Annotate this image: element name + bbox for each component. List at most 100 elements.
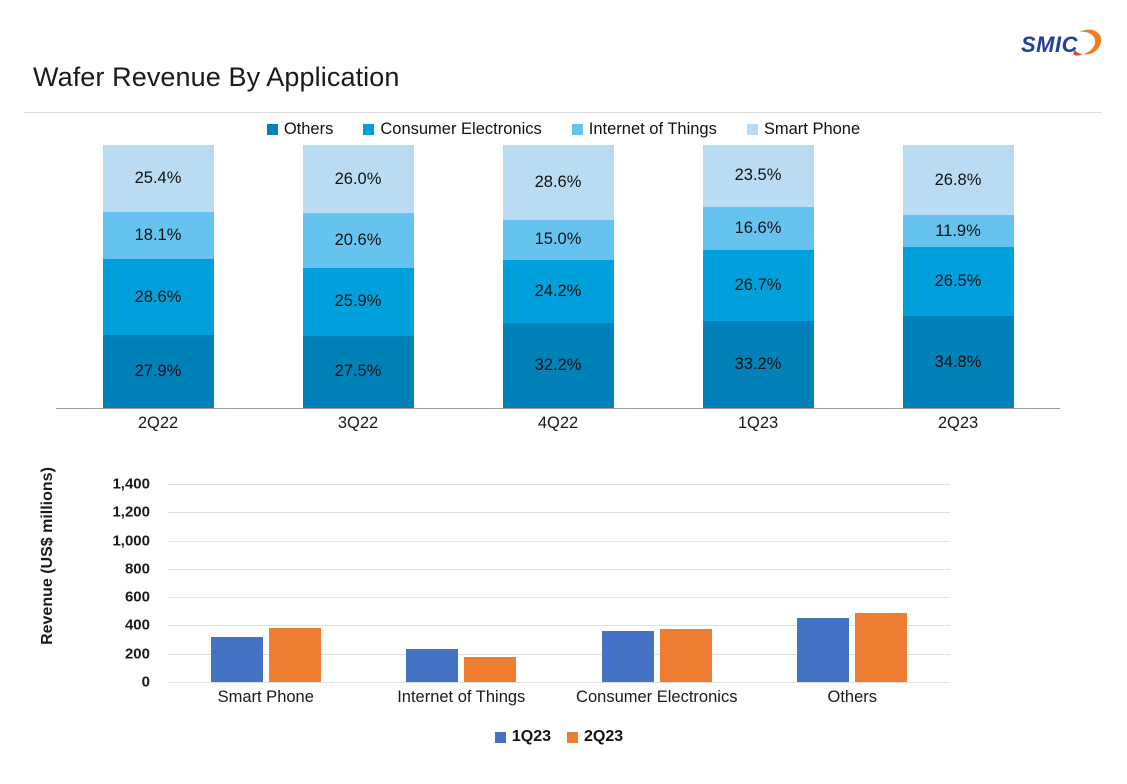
stacked-bar-4q22: 28.6% 15.0% 24.2% 32.2% (502, 145, 614, 408)
category-label: 2Q22 (137, 414, 179, 432)
slide: SMIC Wafer Revenue By Application Others… (0, 0, 1127, 784)
stack-segment-label: 23.5% (734, 166, 782, 185)
stacked-plot-area: 25.4% 18.1% 28.6% 27.9% 26.0% 20.6% 25.9% 27.5%… (58, 145, 1058, 408)
legend-swatch-2q23 (567, 731, 578, 743)
stack-segment: 34.8% (902, 316, 1014, 408)
y-axis-tick: 1,200 (112, 503, 150, 521)
grouped-chart-category-labels: Smart Phone Internet of Things Consumer El… (168, 688, 950, 707)
stack-segment-label: 20.6% (334, 230, 382, 249)
category-label: Others (827, 688, 878, 706)
legend-item-internet-of-things: Internet of Things (571, 120, 717, 139)
grouped-bars-layer (168, 484, 950, 682)
legend-swatch-others (266, 124, 278, 135)
stack-segment-label: 25.4% (134, 168, 182, 187)
stack-segment: 32.2% (502, 323, 614, 408)
stack-segment-label: 25.9% (334, 292, 382, 311)
legend-item-2q23: 2Q23 (567, 728, 623, 746)
legend-label-smart-phone: Smart Phone (763, 120, 861, 138)
stacked-chart-category-labels: 2Q22 3Q22 4Q22 1Q23 2Q23 (58, 414, 1058, 433)
stacked-bar-chart: Others Consumer Electronics Internet of … (0, 120, 1127, 450)
bar-group (178, 484, 354, 682)
legend-item-consumer-electronics: Consumer Electronics (363, 120, 542, 139)
stack-segment: 26.7% (702, 250, 814, 321)
y-axis-tick: 600 (124, 588, 150, 606)
stack-segment: 23.5% (702, 145, 814, 207)
stack-segment-label: 24.2% (534, 281, 582, 300)
stack-segment-label: 26.8% (934, 170, 982, 189)
stack-segment: 27.9% (102, 334, 214, 408)
bar-2q23 (855, 612, 908, 682)
gridline (168, 682, 950, 683)
bar-1q23 (601, 631, 654, 682)
svg-text:SMIC: SMIC (1021, 32, 1079, 57)
stack-segment: 16.6% (702, 206, 814, 251)
stack-segment: 28.6% (102, 259, 214, 335)
stacked-bar-1q23: 23.5% 16.6% 26.7% 33.2% (702, 145, 814, 408)
bar-2q23 (659, 628, 712, 682)
stack-segment-label: 26.5% (934, 272, 982, 291)
legend-swatch-consumer-electronics (363, 124, 375, 135)
grouped-bar-chart: Revenue (US$ millions) 1,400 1,200 1,000 80… (0, 467, 1127, 770)
y-axis-tick-labels: 1,400 1,200 1,000 800 600 400 200 0 (78, 476, 150, 691)
bar-1q23 (210, 636, 263, 682)
grouped-plot-area (168, 484, 950, 683)
legend-item-1q23: 1Q23 (494, 728, 551, 746)
stack-segment: 33.2% (702, 320, 814, 408)
stack-segment-label: 32.2% (534, 356, 582, 375)
y-axis-tick: 400 (124, 616, 150, 634)
stack-segment: 15.0% (502, 220, 614, 260)
stack-segment: 11.9% (902, 215, 1014, 247)
legend-label-1q23: 1Q23 (511, 728, 551, 745)
stack-segment-label: 18.1% (134, 226, 182, 245)
stack-segment-label: 26.0% (334, 169, 382, 188)
y-axis-title: Revenue (US$ millions) (39, 467, 56, 645)
stack-segment: 27.5% (302, 335, 414, 408)
stack-segment-label: 16.6% (734, 219, 782, 238)
legend-item-smart-phone: Smart Phone (746, 120, 861, 139)
stack-segment: 18.1% (102, 211, 214, 260)
bar-1q23 (406, 649, 459, 682)
category-label: 2Q23 (937, 414, 979, 432)
bar-2q23 (268, 628, 321, 682)
stack-segment-label: 34.8% (934, 352, 982, 371)
y-axis-tick: 1,000 (112, 532, 150, 550)
stack-segment: 26.5% (902, 246, 1014, 317)
stacked-bar-2q22: 25.4% 18.1% 28.6% 27.9% (102, 145, 214, 408)
grouped-chart-legend: 1Q23 2Q23 (168, 728, 950, 746)
stack-segment: 24.2% (502, 259, 614, 324)
bar-group (764, 484, 940, 682)
category-label: Internet of Things (397, 688, 526, 706)
bar-1q23 (797, 618, 850, 682)
legend-label-2q23: 2Q23 (584, 728, 624, 745)
stack-segment-label: 15.0% (534, 230, 582, 249)
stack-segment: 28.6% (502, 145, 614, 221)
legend-swatch-internet-of-things (571, 124, 583, 135)
stack-segment-label: 28.6% (534, 173, 582, 192)
legend-item-others: Others (266, 120, 334, 139)
y-axis-tick: 800 (124, 560, 150, 578)
smic-logo: SMIC (1013, 22, 1109, 66)
stack-segment-label: 33.2% (734, 354, 782, 373)
category-label: 1Q23 (737, 414, 779, 432)
stack-segment-label: 27.9% (134, 361, 182, 380)
stack-segment-label: 28.6% (134, 287, 182, 306)
bar-2q23 (464, 657, 517, 682)
y-axis-tick: 0 (141, 673, 150, 691)
stack-segment: 26.8% (902, 145, 1014, 216)
stack-segment-label: 11.9% (935, 221, 981, 240)
category-label: 3Q22 (337, 414, 379, 432)
category-label: 4Q22 (537, 414, 579, 432)
legend-label-others: Others (283, 120, 334, 138)
legend-swatch-smart-phone (746, 124, 758, 135)
stack-segment: 20.6% (302, 213, 414, 268)
y-axis-tick: 1,400 (112, 475, 150, 493)
legend-label-internet-of-things: Internet of Things (588, 120, 717, 138)
stacked-bar-2q23: 26.8% 11.9% 26.5% 34.8% (902, 145, 1014, 408)
stacked-chart-axis-line (56, 408, 1060, 409)
legend-label-consumer-electronics: Consumer Electronics (380, 120, 542, 138)
stacked-chart-legend: Others Consumer Electronics Internet of … (0, 120, 1127, 139)
bar-group (569, 484, 745, 682)
title-divider (24, 112, 1102, 113)
stack-segment: 25.9% (302, 267, 414, 336)
legend-swatch-1q23 (494, 731, 506, 743)
